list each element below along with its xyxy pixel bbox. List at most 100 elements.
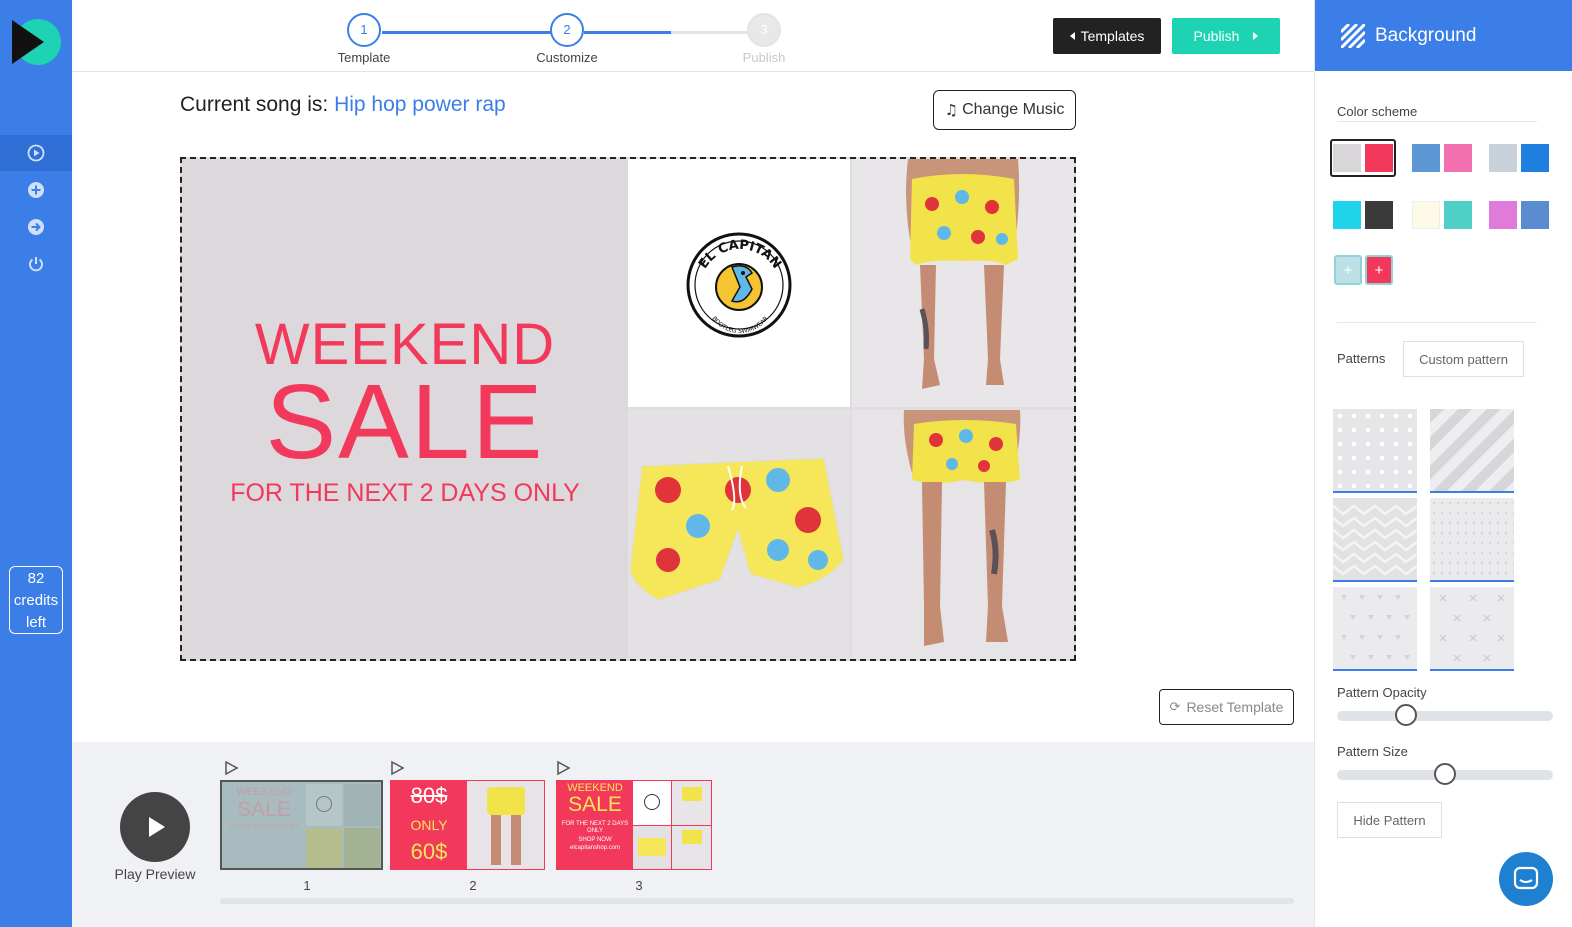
sale-big-text: SALE [265, 363, 545, 481]
step-circle: 1 [347, 13, 381, 47]
thumb-1-line1: WEEKEND [236, 786, 292, 798]
thumb-1-line3: FOR THE NEXT 2 DAYS ONLY [229, 824, 299, 830]
pattern-triangles[interactable] [1333, 587, 1417, 671]
pattern-crosses[interactable] [1430, 587, 1514, 671]
thumb-2-line3: 60$ [410, 839, 448, 864]
custom-pattern-button[interactable]: Custom pattern [1403, 341, 1524, 377]
pattern-speckle[interactable] [1430, 498, 1514, 582]
caret-left-icon [1069, 32, 1075, 40]
pattern-stripes[interactable] [1430, 409, 1514, 493]
chat-icon [1513, 866, 1539, 890]
reset-template-label: Reset Template [1186, 699, 1284, 715]
color-scheme-label: Color scheme [1337, 104, 1418, 119]
add-color-2-button[interactable]: + [1365, 255, 1393, 285]
nav-add-icon[interactable] [0, 172, 72, 208]
swatch-color [1365, 201, 1393, 229]
thumb-1-shorts-cell [306, 828, 342, 868]
hide-pattern-button[interactable]: Hide Pattern [1337, 802, 1442, 838]
shorts-photo[interactable] [628, 410, 850, 659]
templates-button[interactable]: Templates [1053, 18, 1161, 54]
logo-cell[interactable]: EL CAPITAN BOOTLEG SWIMWEAR [628, 159, 850, 407]
app-logo[interactable] [8, 14, 64, 70]
plus-icon: + [1374, 261, 1384, 279]
top-bar: 1 Template 2 Customize 3 Publish Templat… [72, 0, 1314, 72]
thumb-3-line4: SHOP NOW [578, 837, 612, 843]
swatch-color [1365, 144, 1393, 172]
pattern-opacity-label: Pattern Opacity [1337, 685, 1427, 700]
thumb-2-line2: ONLY [410, 817, 448, 833]
sale-text-panel[interactable]: WEEKEND SALE FOR THE NEXT 2 DAYS ONLY [182, 159, 628, 659]
thumb-1-logo-cell [306, 784, 342, 826]
model-photo-bottom[interactable] [852, 410, 1074, 659]
step-circle: 3 [747, 13, 781, 47]
credits-word: credits [13, 592, 59, 609]
step-label: Publish [742, 50, 786, 65]
step-customize[interactable]: 2 Customize [517, 13, 617, 65]
plus-icon: + [1343, 261, 1353, 279]
color-scheme-5[interactable] [1409, 196, 1475, 234]
panel-header: Background [1315, 0, 1572, 71]
nav-power-icon[interactable] [0, 246, 72, 282]
color-scheme-1[interactable] [1330, 139, 1396, 177]
reset-template-button[interactable]: ⟳ Reset Template [1159, 689, 1294, 725]
pattern-size-knob[interactable] [1434, 763, 1456, 785]
thumb-3-model-cell-2 [672, 826, 711, 869]
slide-3-play-icon[interactable] [555, 760, 571, 776]
publish-button[interactable]: Publish [1172, 18, 1280, 54]
templates-button-label: Templates [1080, 28, 1145, 44]
nav-forward-icon[interactable] [0, 209, 72, 245]
slide-thumbnail-3[interactable]: WEEKEND SALE FOR THE NEXT 2 DAYS ONLY SH… [556, 780, 712, 870]
play-preview-button[interactable] [120, 792, 190, 862]
music-note-icon: ♫ [944, 101, 959, 119]
swatch-color [1489, 144, 1517, 172]
pattern-size-slider[interactable] [1337, 763, 1553, 785]
swatch-color [1333, 201, 1361, 229]
pattern-chevron[interactable] [1333, 498, 1417, 582]
thumb-3-line2: SALE [568, 793, 622, 816]
slide-number-3: 3 [635, 878, 643, 893]
slides-timeline: Play Preview WEEKEND SALE FOR THE NEXT 2… [72, 742, 1314, 927]
swatch-color [1521, 144, 1549, 172]
color-scheme-4[interactable] [1330, 196, 1396, 234]
slide-1-play-icon[interactable] [223, 760, 239, 776]
caret-right-icon [1253, 32, 1259, 40]
color-scheme-6[interactable] [1486, 196, 1552, 234]
swatch-color [1521, 201, 1549, 229]
slide-2-play-icon[interactable] [389, 760, 405, 776]
thumb-3-line3: FOR THE NEXT 2 DAYS ONLY [561, 821, 629, 834]
publish-button-label: Publish [1193, 28, 1240, 44]
step-label: Template [337, 50, 391, 65]
change-music-button[interactable]: ♫ Change Music [933, 90, 1076, 130]
refresh-icon: ⟳ [1169, 699, 1181, 715]
add-color-1-button[interactable]: + [1334, 255, 1362, 285]
pattern-opacity-knob[interactable] [1395, 704, 1418, 726]
thumb-1-line2: SALE [237, 798, 291, 821]
template-canvas[interactable]: WEEKEND SALE FOR THE NEXT 2 DAYS ONLY EL… [180, 157, 1076, 661]
step-template[interactable]: 1 Template [314, 13, 414, 65]
play-preview-label: Play Preview [114, 866, 196, 882]
timeline-scrollbar[interactable] [220, 898, 1294, 904]
color-scheme-divider [1337, 121, 1537, 122]
left-sidebar: 82 credits left [0, 0, 72, 927]
patterns-divider [1337, 322, 1537, 323]
credits-count: 82 [27, 570, 45, 587]
model-photo-top[interactable] [852, 159, 1074, 407]
slide-thumbnail-2[interactable]: 80$ ONLY 60$ [390, 780, 545, 870]
thumb-2-line1: 80$ [410, 783, 448, 808]
slide-thumbnail-1[interactable]: WEEKEND SALE FOR THE NEXT 2 DAYS ONLY [220, 780, 383, 870]
thumb-3-logo-cell [633, 781, 671, 825]
chat-support-button[interactable] [1499, 852, 1553, 906]
slide-number-2: 2 [469, 878, 477, 893]
thumb-3-shorts-cell [633, 826, 671, 869]
change-music-label: Change Music [962, 101, 1065, 118]
color-scheme-2[interactable] [1409, 139, 1475, 177]
nav-play-icon[interactable] [0, 135, 72, 171]
patterns-label: Patterns [1337, 351, 1386, 366]
thumb-2-model-cell [467, 781, 544, 869]
pattern-dots[interactable] [1333, 409, 1417, 493]
color-scheme-3[interactable] [1486, 139, 1552, 177]
background-panel: Background Color scheme + + Patterns Cus… [1314, 0, 1572, 927]
step-publish[interactable]: 3 Publish [714, 13, 814, 65]
pattern-opacity-slider[interactable] [1337, 704, 1553, 726]
current-song-name[interactable]: Hip hop power rap [334, 93, 506, 116]
